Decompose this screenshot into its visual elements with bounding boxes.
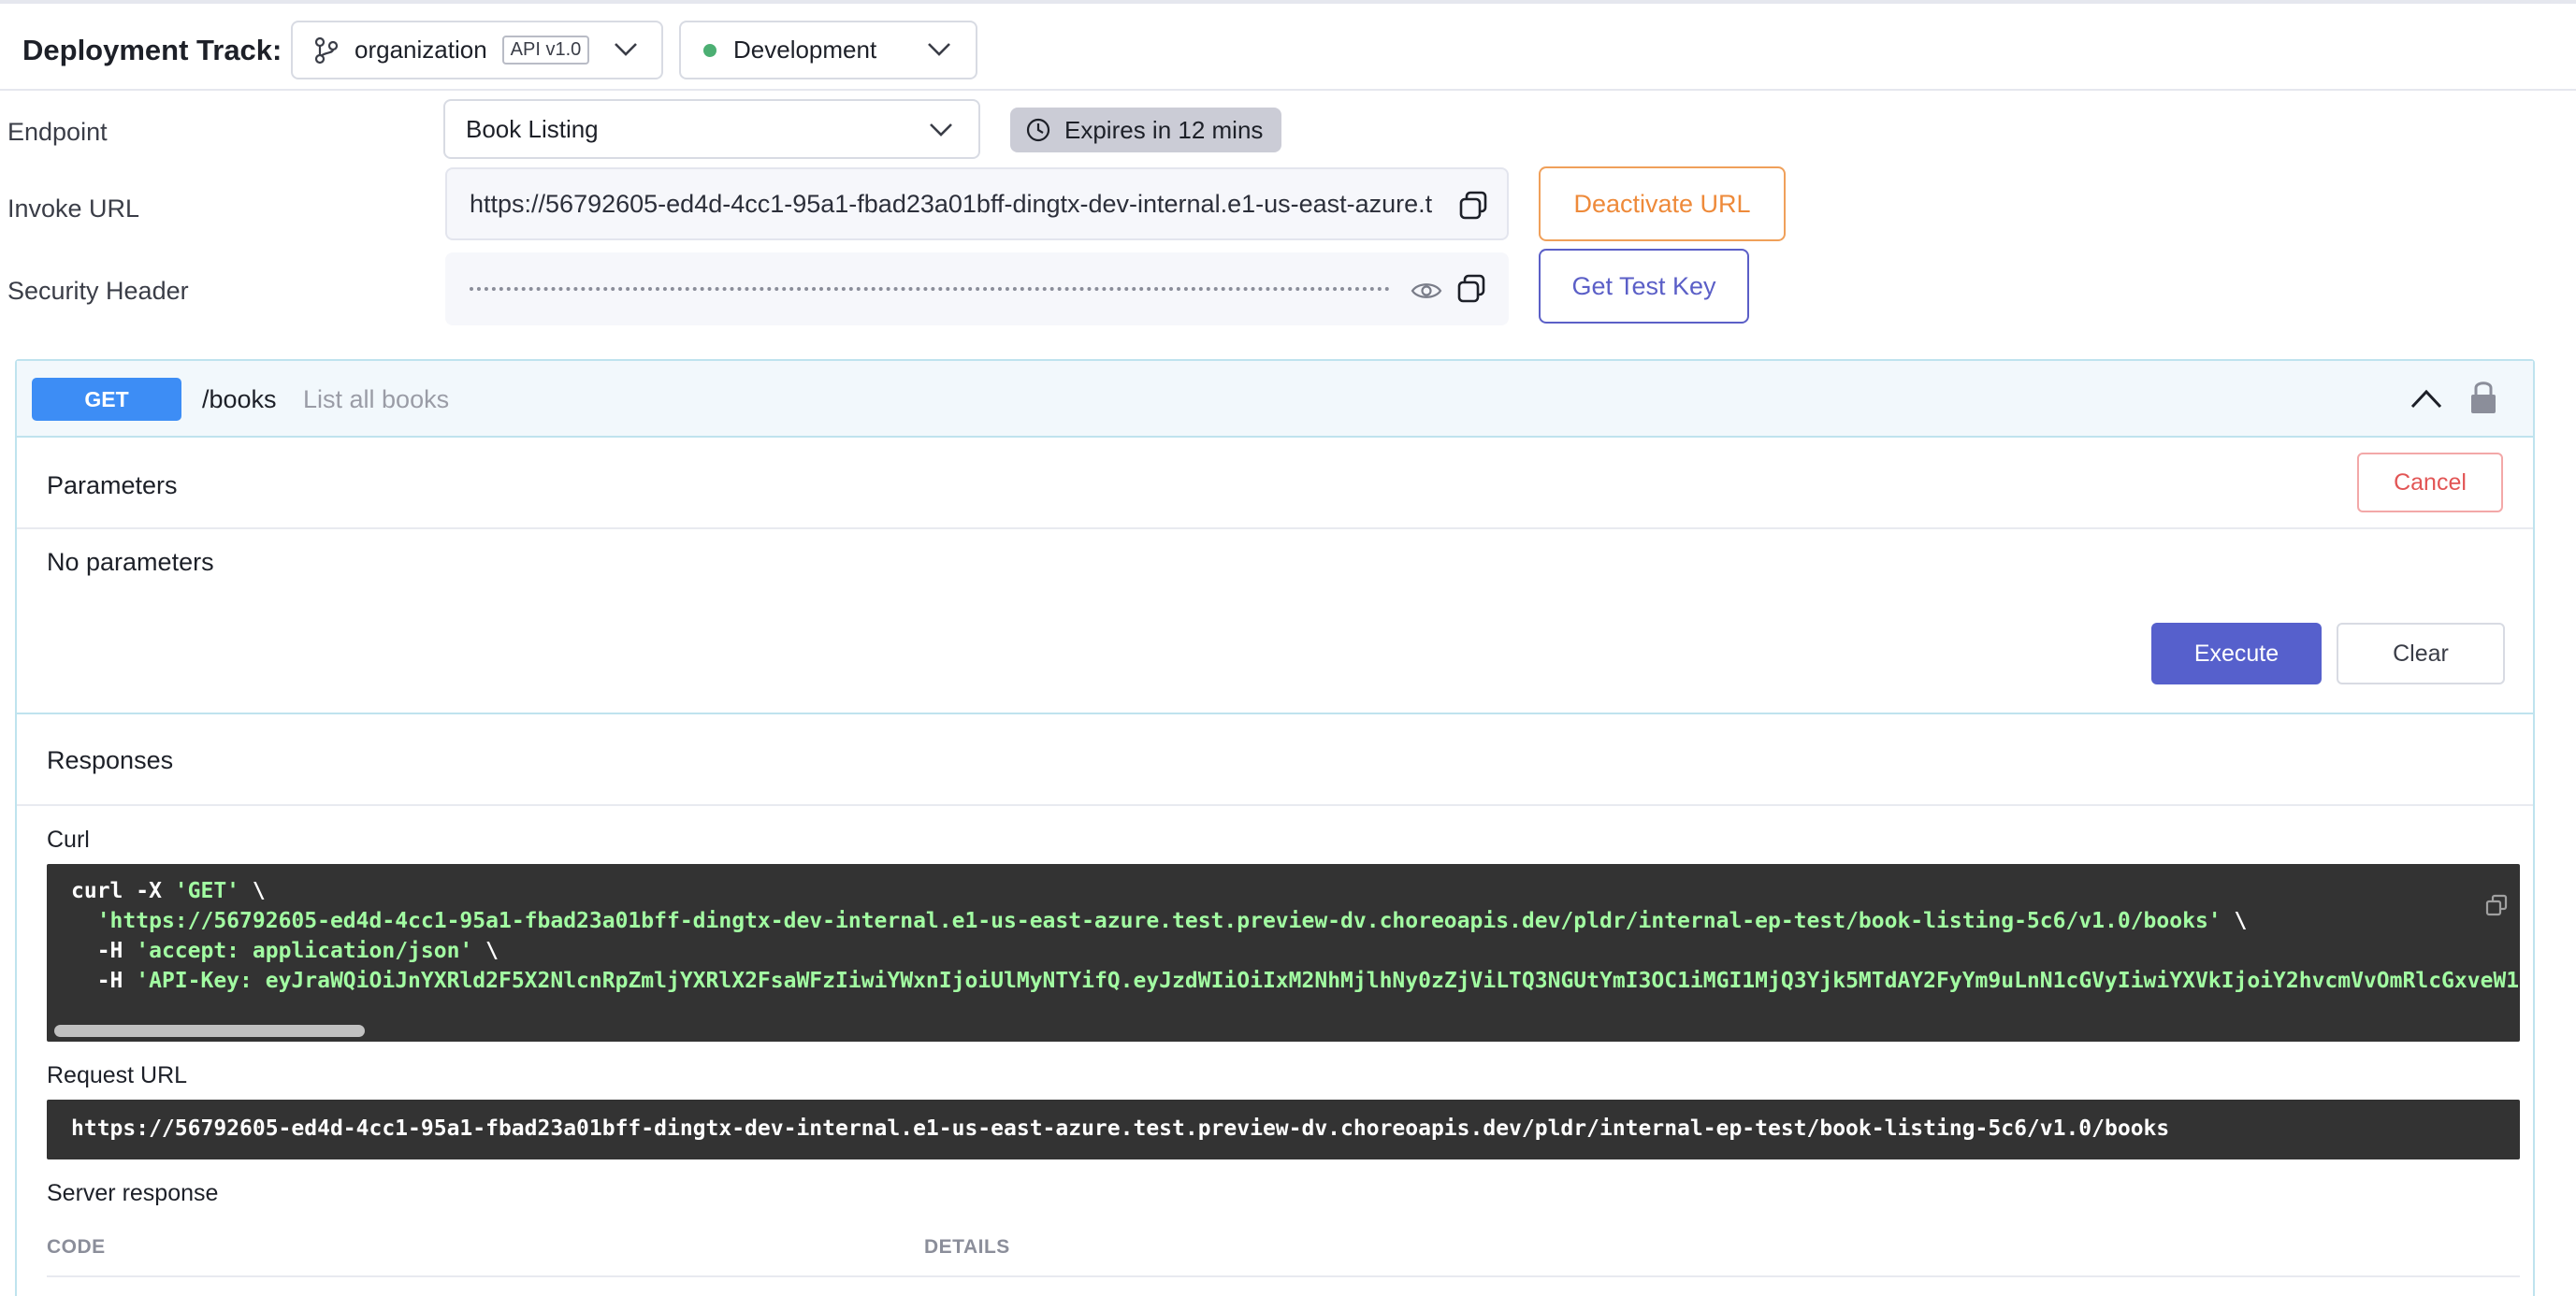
request-url-block: https://56792605-ed4d-4cc1-95a1-fbad23a0… — [47, 1100, 2520, 1159]
no-parameters-text: No parameters — [47, 548, 214, 576]
request-url-label: Request URL — [47, 1062, 188, 1088]
table-header-details: DETAILS — [924, 1236, 1010, 1258]
chevron-up-icon[interactable] — [2410, 387, 2443, 410]
http-method-badge: GET — [32, 378, 181, 421]
environment-name: Development — [733, 36, 877, 64]
server-response-label: Server response — [47, 1180, 219, 1206]
responses-title: Responses — [47, 746, 174, 774]
clock-icon — [1026, 118, 1050, 142]
request-url-value: https://56792605-ed4d-4cc1-95a1-fbad23a0… — [71, 1116, 2170, 1141]
endpoint-label: Endpoint — [7, 118, 108, 146]
endpoint-dropdown[interactable]: Book Listing — [443, 99, 980, 159]
git-branch-icon — [314, 36, 339, 64]
operation-path: /books — [202, 385, 277, 413]
endpoint-selected: Book Listing — [466, 114, 599, 143]
invoke-url-field[interactable]: https://56792605-ed4d-4cc1-95a1-fbad23a0… — [445, 167, 1509, 240]
cancel-button[interactable]: Cancel — [2357, 453, 2503, 512]
curl-line: -H 'API-Key: eyJraWQiOiJnYXRld2F5X2NlcnR… — [71, 969, 2520, 993]
security-header-field[interactable] — [445, 252, 1509, 325]
table-header-divider — [47, 1275, 2520, 1277]
clear-button[interactable]: Clear — [2337, 623, 2505, 684]
expiry-text: Expires in 12 mins — [1064, 115, 1264, 144]
curl-label: Curl — [47, 827, 90, 853]
divider — [17, 804, 2533, 806]
chevron-down-icon — [930, 123, 952, 137]
deployment-track-bar: Deployment Track: organization API v1.0 … — [0, 0, 2576, 91]
curl-line: 'https://56792605-ed4d-4cc1-95a1-fbad23a… — [96, 909, 2248, 933]
operation-header[interactable]: GET /books List all books — [17, 361, 2533, 438]
chevron-down-icon — [928, 43, 950, 56]
operation-summary: List all books — [303, 385, 450, 413]
expiry-badge: Expires in 12 mins — [1010, 108, 1281, 152]
deactivate-url-button[interactable]: Deactivate URL — [1539, 166, 1786, 241]
horizontal-scrollbar[interactable] — [54, 1025, 365, 1037]
parameters-title: Parameters — [47, 471, 178, 499]
security-header-label: Security Header — [7, 277, 189, 305]
copy-icon[interactable] — [1457, 190, 1489, 222]
divider — [17, 713, 2533, 714]
divider — [17, 527, 2533, 529]
deployment-track-title: Deployment Track: — [22, 34, 282, 66]
curl-line: curl -X 'GET' \ — [71, 879, 266, 903]
environment-dropdown[interactable]: Development — [679, 21, 977, 79]
eye-icon[interactable] — [1411, 279, 1442, 303]
execute-button[interactable]: Execute — [2151, 623, 2322, 684]
lock-icon[interactable] — [2469, 378, 2497, 415]
invoke-url-value[interactable]: https://56792605-ed4d-4cc1-95a1-fbad23a0… — [470, 190, 1433, 219]
invoke-url-label: Invoke URL — [7, 194, 140, 223]
copy-icon[interactable] — [1455, 273, 1487, 305]
environment-status-dot — [703, 43, 716, 57]
table-header-code: CODE — [47, 1236, 106, 1258]
operation-panel: GET /books List all books Parameters Can… — [15, 359, 2535, 1296]
organization-dropdown[interactable]: organization API v1.0 — [291, 21, 663, 79]
masked-key-value — [470, 287, 1390, 291]
chevron-down-icon — [615, 43, 637, 56]
get-test-key-button[interactable]: Get Test Key — [1539, 249, 1749, 324]
copy-icon[interactable] — [2485, 894, 2508, 916]
curl-line: -H 'accept: application/json' \ — [71, 939, 499, 963]
curl-code-block[interactable]: curl -X 'GET' \ 'https://56792605-ed4d-4… — [47, 864, 2520, 1042]
organization-name: organization — [355, 36, 487, 64]
api-version-badge: API v1.0 — [501, 36, 590, 65]
